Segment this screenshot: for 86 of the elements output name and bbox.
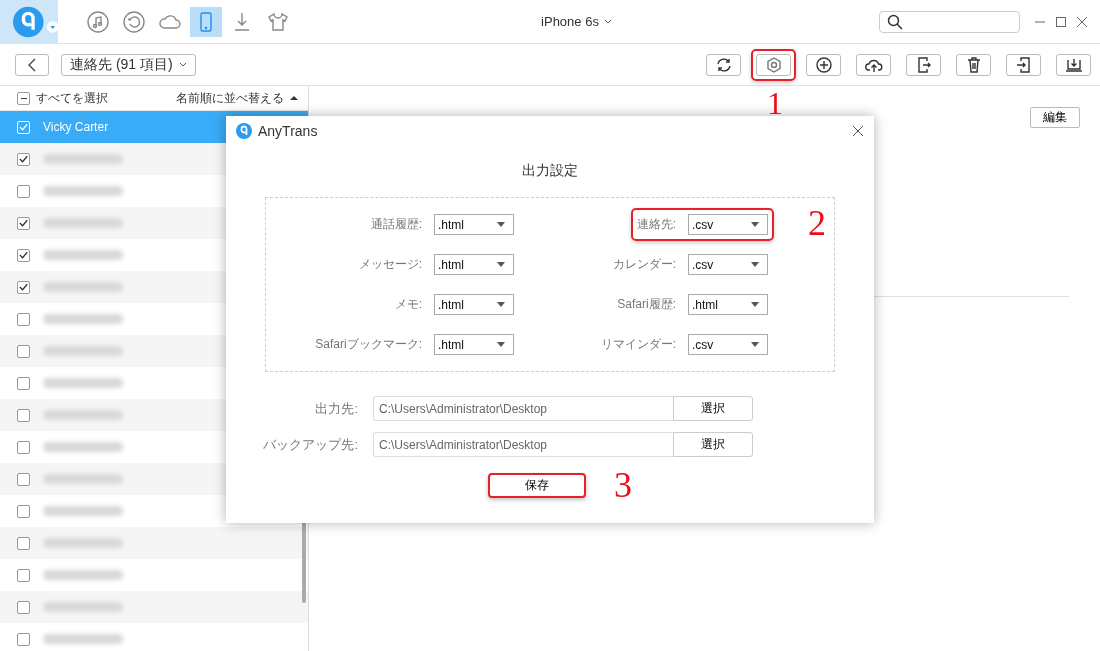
search-icon [887,13,903,30]
app-logo-button[interactable] [0,0,58,44]
app-logo-icon [12,4,45,39]
edit-button[interactable]: 編集 [1030,107,1080,128]
select-all-label[interactable]: すべてを選択 [36,89,108,107]
close-icon[interactable] [852,125,864,137]
contact-checkbox[interactable] [17,504,30,518]
contact-checkbox[interactable] [17,216,30,230]
add-button[interactable] [806,53,841,76]
contact-checkbox[interactable] [17,376,30,390]
dialog-heading: 出力設定 [522,162,578,180]
settings-icon [764,55,783,74]
format-dropdown[interactable]: .html [434,294,514,315]
format-label: メモ: [394,296,422,313]
step-number: 2 [808,204,826,241]
format-dropdown[interactable]: .html [434,214,514,235]
add-icon [814,55,833,74]
dropdown-arrow-icon [751,262,759,267]
format-label: リマインダー: [600,336,676,353]
history-icon [122,9,146,34]
contact-checkbox[interactable] [17,472,30,486]
browse-button[interactable]: 選択 [673,432,753,457]
close-icon[interactable] [1076,15,1088,28]
format-dropdown[interactable]: .csv [688,214,768,235]
app-logo-icon [236,123,252,139]
chevron-left-icon [27,57,37,72]
contact-checkbox[interactable] [17,344,30,358]
caret-icon [46,20,58,33]
contact-checkbox[interactable] [17,152,30,166]
chevron-down-icon [178,61,187,68]
contact-checkbox[interactable] [17,536,30,550]
dropdown-arrow-icon [751,222,759,227]
format-dropdown[interactable]: .html [688,294,768,315]
path-field[interactable]: C:\Users\Administrator\Desktop [373,432,673,457]
format-label: Safari履歴: [617,296,676,313]
device-title[interactable]: iPhone 6s [541,14,599,29]
refresh-icon [714,55,733,74]
refresh-button[interactable] [706,53,741,76]
format-label: メッセージ: [358,256,422,273]
format-label: 連絡先: [636,216,676,233]
format-dropdown[interactable]: .html [434,254,514,275]
path-field[interactable]: C:\Users\Administrator\Desktop [373,396,673,421]
phone-nav-button[interactable] [190,6,222,37]
music-icon [86,9,110,34]
sort-ascending-icon[interactable] [290,95,298,101]
format-label: カレンダー: [612,256,676,273]
laptop-button[interactable] [1056,53,1091,76]
contact-checkbox[interactable] [17,600,30,614]
dropdown-arrow-icon [751,302,759,307]
export-button[interactable] [906,53,941,76]
import-icon [1014,55,1033,74]
contact-checkbox[interactable] [17,248,30,262]
format-dropdown[interactable]: .html [434,334,514,355]
step-number: 1 [767,86,783,119]
back-button[interactable] [15,53,49,76]
path-label: バックアップ先: [262,435,359,454]
contact-checkbox[interactable] [17,312,30,326]
format-label: 通話履歴: [370,216,422,233]
contact-checkbox[interactable] [17,408,30,422]
contact-checkbox[interactable] [17,568,30,582]
dropdown-arrow-icon [497,342,505,347]
chevron-down-icon [603,18,612,25]
format-dropdown[interactable]: .csv [688,334,768,355]
contact-checkbox[interactable] [17,184,30,198]
maximize-icon[interactable] [1055,15,1067,28]
dropdown-arrow-icon [497,262,505,267]
sort-label[interactable]: 名前順に並べ替える [176,89,284,107]
dropdown-arrow-icon [497,222,505,227]
format-dropdown[interactable]: .csv [688,254,768,275]
delete-button[interactable] [956,53,991,76]
category-dropdown[interactable]: 連絡先 (91 項目) [61,53,196,76]
contact-checkbox[interactable] [17,280,30,294]
cloud-upload-button[interactable] [856,53,891,76]
dropdown-arrow-icon [497,302,505,307]
select-all-checkbox[interactable] [17,91,30,105]
import-button[interactable] [1006,53,1041,76]
dropdown-arrow-icon [751,342,759,347]
contact-checkbox[interactable] [17,440,30,454]
browse-button[interactable]: 選択 [673,396,753,421]
path-label: 出力先: [314,399,359,418]
step-number: 3 [614,467,632,503]
save-button[interactable]: 保存 [488,473,586,498]
search-field[interactable] [879,10,1020,33]
contact-checkbox[interactable] [17,632,30,646]
contact-name: Vicky Carter [43,120,109,134]
format-label: Safariブックマーク: [315,336,422,353]
